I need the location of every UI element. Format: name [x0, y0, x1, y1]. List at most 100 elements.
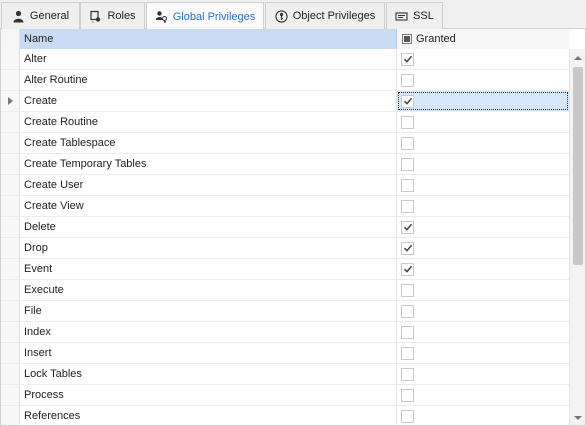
granted-checkbox[interactable]: [401, 199, 414, 213]
privilege-name-cell[interactable]: Alter: [20, 49, 397, 69]
granted-cell[interactable]: [397, 238, 569, 258]
column-header-name[interactable]: Name: [20, 29, 397, 49]
granted-cell[interactable]: [397, 175, 569, 195]
granted-checkbox[interactable]: [401, 346, 414, 360]
table-row[interactable]: Create View: [1, 196, 569, 217]
tab-global-privileges[interactable]: Global Privileges: [146, 2, 264, 30]
privilege-name-cell[interactable]: Execute: [20, 280, 397, 300]
granted-checkbox[interactable]: [401, 52, 414, 66]
privilege-name-cell[interactable]: File: [20, 301, 397, 321]
row-indicator[interactable]: [1, 406, 20, 425]
tab-general[interactable]: General: [1, 2, 80, 29]
granted-checkbox[interactable]: [401, 388, 414, 402]
row-indicator[interactable]: [1, 112, 20, 132]
privilege-name-cell[interactable]: Drop: [20, 238, 397, 258]
row-indicator[interactable]: [1, 196, 20, 216]
granted-checkbox[interactable]: [401, 136, 414, 150]
privilege-name-cell[interactable]: Create: [20, 91, 397, 111]
row-indicator[interactable]: [1, 301, 20, 321]
current-row-indicator[interactable]: [1, 91, 20, 111]
granted-cell[interactable]: [397, 385, 569, 405]
row-indicator[interactable]: [1, 175, 20, 195]
granted-cell[interactable]: [397, 91, 569, 111]
table-row[interactable]: Event: [1, 259, 569, 280]
granted-cell[interactable]: [397, 112, 569, 132]
table-row[interactable]: Create Temporary Tables: [1, 154, 569, 175]
row-indicator[interactable]: [1, 259, 20, 279]
granted-cell[interactable]: [397, 217, 569, 237]
row-indicator[interactable]: [1, 154, 20, 174]
granted-checkbox[interactable]: [401, 73, 414, 87]
table-row[interactable]: Drop: [1, 238, 569, 259]
row-indicator[interactable]: [1, 280, 20, 300]
granted-cell[interactable]: [397, 343, 569, 363]
table-row[interactable]: Alter Routine: [1, 70, 569, 91]
row-indicator[interactable]: [1, 70, 20, 90]
granted-checkbox[interactable]: [401, 262, 414, 276]
granted-cell[interactable]: [397, 280, 569, 300]
row-indicator[interactable]: [1, 217, 20, 237]
granted-checkbox[interactable]: [401, 220, 414, 234]
table-row[interactable]: Create Routine: [1, 112, 569, 133]
table-row[interactable]: Create User: [1, 175, 569, 196]
row-indicator[interactable]: [1, 322, 20, 342]
granted-cell[interactable]: [397, 259, 569, 279]
table-row[interactable]: Delete: [1, 217, 569, 238]
privilege-name-cell[interactable]: Alter Routine: [20, 70, 397, 90]
granted-cell[interactable]: [397, 301, 569, 321]
row-indicator[interactable]: [1, 133, 20, 153]
granted-checkbox[interactable]: [401, 325, 414, 339]
granted-cell[interactable]: [397, 70, 569, 90]
table-row[interactable]: Alter: [1, 49, 569, 70]
table-row[interactable]: Lock Tables: [1, 364, 569, 385]
table-row[interactable]: File: [1, 301, 569, 322]
privilege-name-cell[interactable]: Insert: [20, 343, 397, 363]
row-indicator[interactable]: [1, 238, 20, 258]
row-indicator[interactable]: [1, 364, 20, 384]
table-row[interactable]: References: [1, 406, 569, 425]
granted-checkbox[interactable]: [401, 178, 414, 192]
table-row[interactable]: Index: [1, 322, 569, 343]
row-indicator[interactable]: [1, 385, 20, 405]
granted-checkbox[interactable]: [401, 157, 414, 171]
table-row[interactable]: Create: [1, 91, 569, 112]
granted-checkbox[interactable]: [401, 241, 414, 255]
granted-cell[interactable]: [397, 406, 569, 425]
granted-checkbox[interactable]: [401, 94, 414, 108]
scroll-down-button[interactable]: [570, 409, 585, 425]
scroll-up-button[interactable]: [570, 49, 585, 66]
granted-checkbox[interactable]: [401, 409, 414, 423]
column-header-granted[interactable]: Granted: [397, 29, 569, 49]
table-row[interactable]: Create Tablespace: [1, 133, 569, 154]
tab-roles[interactable]: Roles: [80, 2, 145, 29]
privilege-name-cell[interactable]: Create User: [20, 175, 397, 195]
privilege-name-cell[interactable]: Process: [20, 385, 397, 405]
privilege-name-cell[interactable]: Create Routine: [20, 112, 397, 132]
granted-checkbox[interactable]: [401, 115, 414, 129]
scrollbar-thumb[interactable]: [573, 67, 583, 265]
privilege-name-cell[interactable]: Lock Tables: [20, 364, 397, 384]
granted-cell[interactable]: [397, 322, 569, 342]
granted-cell[interactable]: [397, 49, 569, 69]
vertical-scrollbar[interactable]: [569, 49, 585, 425]
privilege-name-cell[interactable]: Delete: [20, 217, 397, 237]
row-indicator[interactable]: [1, 343, 20, 363]
granted-checkbox[interactable]: [401, 304, 414, 318]
privilege-name-cell[interactable]: Create Temporary Tables: [20, 154, 397, 174]
row-indicator[interactable]: [1, 49, 20, 69]
table-row[interactable]: Process: [1, 385, 569, 406]
privilege-name-cell[interactable]: Event: [20, 259, 397, 279]
table-row[interactable]: Execute: [1, 280, 569, 301]
select-all-checkbox[interactable]: [402, 34, 412, 44]
tab-ssl[interactable]: SSL: [386, 2, 443, 29]
granted-cell[interactable]: [397, 133, 569, 153]
granted-cell[interactable]: [397, 364, 569, 384]
privilege-name-cell[interactable]: Create View: [20, 196, 397, 216]
granted-cell[interactable]: [397, 154, 569, 174]
privilege-name-cell[interactable]: Index: [20, 322, 397, 342]
table-row[interactable]: Insert: [1, 343, 569, 364]
granted-checkbox[interactable]: [401, 283, 414, 297]
privilege-name-cell[interactable]: Create Tablespace: [20, 133, 397, 153]
granted-checkbox[interactable]: [401, 367, 414, 381]
granted-cell[interactable]: [397, 196, 569, 216]
